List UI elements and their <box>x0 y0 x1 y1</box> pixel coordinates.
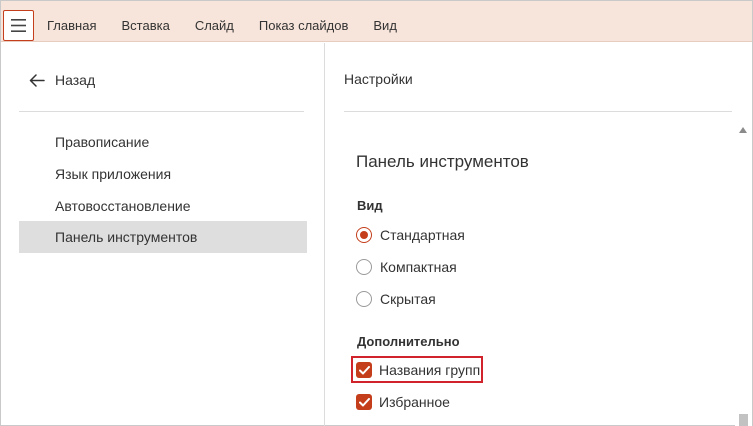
view-group-label: Вид <box>357 198 383 213</box>
checkbox-indicator[interactable] <box>356 394 372 410</box>
radio-label: Компактная <box>380 259 457 275</box>
page-title: Настройки <box>344 71 413 87</box>
back-button[interactable]: Назад <box>29 70 95 90</box>
nav-divider <box>19 111 304 112</box>
sidebar-item-toolbar[interactable]: Панель инструментов <box>19 221 307 253</box>
section-title: Панель инструментов <box>356 152 529 171</box>
hamburger-icon <box>11 19 26 32</box>
radio-indicator[interactable] <box>356 259 372 275</box>
radio-indicator[interactable] <box>356 227 372 243</box>
sidebar-item-spelling[interactable]: Правописание <box>19 126 307 158</box>
app-window: Главная Вставка Слайд Показ слайдов Вид … <box>0 0 753 426</box>
checkmark-icon <box>358 365 370 374</box>
hamburger-menu-button[interactable] <box>3 10 34 41</box>
title-divider <box>344 111 732 112</box>
scroll-up-arrow-icon[interactable] <box>739 127 747 133</box>
tab-view[interactable]: Вид <box>373 17 397 35</box>
sidebar-item-autorecovery[interactable]: Автовосстановление <box>19 190 307 222</box>
vertical-scrollbar[interactable] <box>735 124 752 426</box>
tab-slideshow[interactable]: Показ слайдов <box>259 17 349 35</box>
checkmark-icon <box>358 397 370 406</box>
sidebar-item-app-language[interactable]: Язык приложения <box>19 158 307 190</box>
checkbox-group-names[interactable]: Названия групп <box>356 360 480 380</box>
radio-label: Скрытая <box>380 291 436 307</box>
radio-label: Стандартная <box>380 227 465 243</box>
settings-nav-pane: Назад Правописание Язык приложения Автов… <box>1 43 324 426</box>
radio-indicator[interactable] <box>356 291 372 307</box>
radio-compact[interactable]: Компактная <box>356 257 457 277</box>
scroll-thumb[interactable] <box>739 414 748 426</box>
checkbox-label: Избранное <box>379 394 450 410</box>
back-label: Назад <box>55 72 96 88</box>
ribbon-tab-bar: Главная Вставка Слайд Показ слайдов Вид <box>1 1 752 42</box>
tab-slide[interactable]: Слайд <box>195 17 234 35</box>
tab-home[interactable]: Главная <box>47 17 96 35</box>
radio-hidden[interactable]: Скрытая <box>356 289 436 309</box>
extra-group-label: Дополнительно <box>357 334 460 349</box>
pane-separator <box>324 43 325 426</box>
ribbon-tabs: Главная Вставка Слайд Показ слайдов Вид <box>47 1 422 42</box>
tab-insert[interactable]: Вставка <box>121 17 169 35</box>
radio-standard[interactable]: Стандартная <box>356 225 465 245</box>
checkbox-favorites[interactable]: Избранное <box>356 392 450 412</box>
checkbox-indicator[interactable] <box>356 362 372 378</box>
arrow-left-icon <box>29 73 45 87</box>
checkbox-label: Названия групп <box>379 362 481 378</box>
